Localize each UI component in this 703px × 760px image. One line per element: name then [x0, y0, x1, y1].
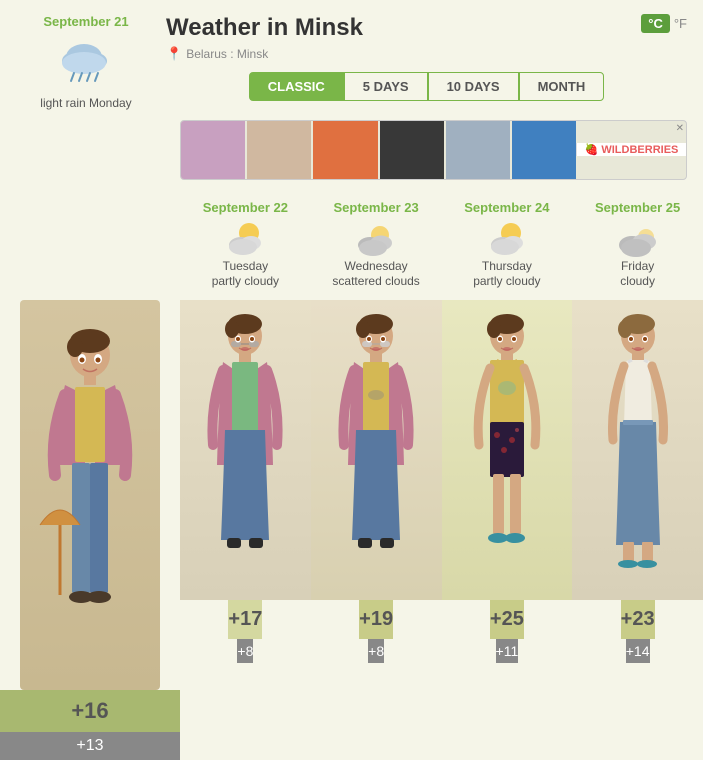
ad-close-button[interactable]: ✕ [676, 123, 684, 134]
location-pin-icon: 📍 [166, 46, 182, 62]
current-temp-low: +13 [0, 732, 180, 760]
weather-desc-2: Thursdaypartly cloudy [473, 259, 540, 290]
forecast-high-3: +23 [621, 600, 655, 639]
forecast-high-0: +17 [228, 600, 262, 639]
ad-brand[interactable]: 🍓 WILDBERRIES [576, 143, 686, 156]
forecast-low-3: +14 [626, 639, 650, 663]
forecast-col-2: +25 +11 [442, 300, 573, 760]
ad-slot-3 [313, 121, 377, 179]
date-col-1: September 23 Wednesdayscattered clouds [311, 192, 442, 300]
location-text: Belarus : Minsk [186, 47, 268, 61]
weather-desc-0: Tuesdaypartly cloudy [212, 259, 279, 290]
current-temp-high: +16 [0, 690, 180, 732]
tabs-row: CLASSIC 5 DAYS 10 DAYS MONTH [166, 72, 687, 101]
forecast-columns: +17 +8 [180, 300, 703, 760]
header: September 21 light rain Monday [0, 0, 703, 120]
figures-row: +17 +8 [180, 300, 703, 760]
forecast-low-2: +11 [496, 639, 519, 663]
tab-classic[interactable]: CLASSIC [249, 72, 344, 101]
weather-icon-3 [614, 219, 662, 259]
person-svg-1 [326, 310, 426, 590]
forecast-low-0: +8 [237, 639, 253, 663]
forecast-date-0: September 22 [203, 200, 288, 215]
figure-box-3 [572, 300, 703, 600]
current-person-svg [30, 325, 150, 665]
forecast-high-1: +19 [359, 600, 393, 639]
ad-slot-5 [446, 121, 510, 179]
forecast-col-3: +23 +14 [572, 300, 703, 760]
forecast-date-3: September 25 [595, 200, 680, 215]
tab-5days[interactable]: 5 DAYS [344, 72, 428, 101]
forecast-col-0: +17 +8 [180, 300, 311, 760]
figure-box-1 [311, 300, 442, 600]
forecast-date-1: September 23 [333, 200, 418, 215]
city-location: 📍 Belarus : Minsk [166, 46, 687, 62]
forecast-low-1: +8 [368, 639, 384, 663]
forecast-area: +16 +13 [0, 300, 703, 760]
weather-icon-1 [352, 219, 400, 259]
person-svg-3 [588, 310, 688, 590]
dates-row: September 22 Tuesdaypartly cloudy Septem… [180, 192, 703, 300]
weather-icon-0 [221, 219, 269, 259]
current-figure [20, 300, 160, 690]
current-date: September 21 [43, 14, 128, 29]
header-left: September 21 light rain Monday [16, 14, 156, 112]
ad-slot-1 [181, 121, 245, 179]
ad-slot-6 [512, 121, 576, 179]
current-weather-label: light rain Monday [40, 95, 131, 112]
figure-box-2 [442, 300, 573, 600]
ad-slot-2 [247, 121, 311, 179]
person-svg-0 [195, 310, 295, 590]
weather-desc-1: Wednesdayscattered clouds [332, 259, 419, 290]
current-day-panel: +16 +13 [0, 300, 180, 760]
header-right: Weather in Minsk 📍 Belarus : Minsk CLASS… [156, 14, 687, 111]
tab-10days[interactable]: 10 DAYS [428, 72, 519, 101]
fahrenheit-button[interactable]: °F [674, 16, 687, 31]
tab-month[interactable]: MONTH [519, 72, 605, 101]
weather-icon-2 [483, 219, 531, 259]
city-title: Weather in Minsk [166, 14, 687, 42]
person-svg-2 [457, 310, 557, 590]
forecast-high-2: +25 [490, 600, 524, 639]
forecast-col-1: +19 +8 [311, 300, 442, 760]
figure-box-0 [180, 300, 311, 600]
ad-banner: 🍓 WILDBERRIES ✕ [180, 120, 687, 180]
ad-image-strip [181, 121, 576, 179]
app-container: September 21 light rain Monday [0, 0, 703, 760]
celsius-button[interactable]: °C [641, 14, 670, 33]
date-col-2: September 24 Thursdaypartly cloudy [442, 192, 573, 300]
unit-toggle: °C °F [641, 14, 687, 33]
date-col-0: September 22 Tuesdaypartly cloudy [180, 192, 311, 300]
forecast-date-2: September 24 [464, 200, 549, 215]
ad-slot-4 [380, 121, 444, 179]
current-temps: +16 +13 [0, 690, 180, 760]
weather-desc-3: Fridaycloudy [620, 259, 655, 290]
weather-icon [56, 35, 116, 91]
date-col-3: September 25 Fridaycloudy [572, 192, 703, 300]
